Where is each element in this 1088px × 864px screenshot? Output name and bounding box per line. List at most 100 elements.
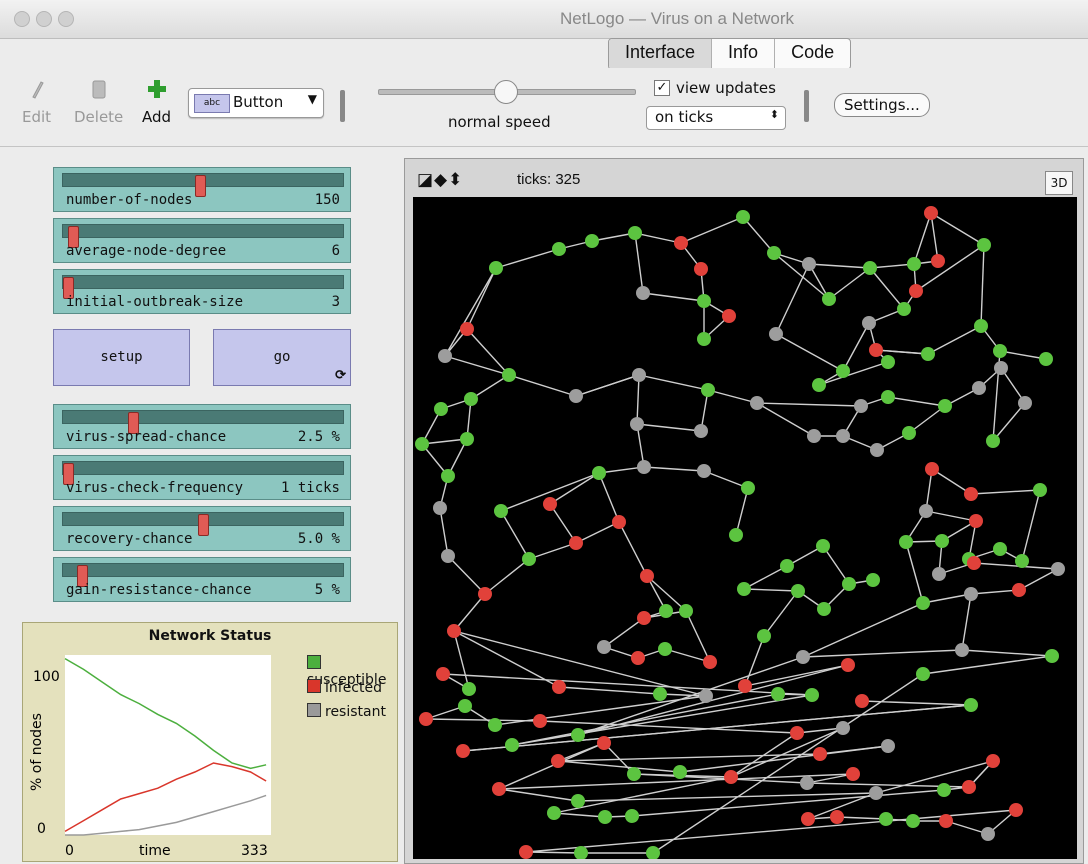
update-mode-select[interactable]: on ticks ⬍ bbox=[646, 106, 786, 130]
view-arrows-icon[interactable]: ◪◆⬍ bbox=[417, 170, 463, 190]
network-node[interactable] bbox=[519, 845, 533, 859]
network-node[interactable] bbox=[881, 739, 895, 753]
network-node[interactable] bbox=[902, 426, 916, 440]
network-node[interactable] bbox=[855, 694, 869, 708]
network-node[interactable] bbox=[967, 556, 981, 570]
delete-button[interactable]: Delete bbox=[74, 78, 123, 126]
network-node[interactable] bbox=[543, 497, 557, 511]
slider-knob[interactable] bbox=[198, 514, 209, 536]
network-node[interactable] bbox=[592, 466, 606, 480]
slider-virus-check-frequency[interactable]: virus-check-frequency 1 ticks bbox=[53, 455, 351, 500]
network-node[interactable] bbox=[796, 650, 810, 664]
network-node[interactable] bbox=[816, 539, 830, 553]
network-node[interactable] bbox=[909, 284, 923, 298]
network-node[interactable] bbox=[628, 226, 642, 240]
network-node[interactable] bbox=[552, 242, 566, 256]
network-node[interactable] bbox=[767, 246, 781, 260]
network-node[interactable] bbox=[969, 514, 983, 528]
network-node[interactable] bbox=[925, 462, 939, 476]
network-node[interactable] bbox=[879, 812, 893, 826]
network-node[interactable] bbox=[897, 302, 911, 316]
network-node[interactable] bbox=[1039, 352, 1053, 366]
network-node[interactable] bbox=[697, 294, 711, 308]
network-node[interactable] bbox=[921, 347, 935, 361]
network-node[interactable] bbox=[598, 810, 612, 824]
minimize-window-button[interactable] bbox=[36, 11, 52, 27]
network-node[interactable] bbox=[722, 309, 736, 323]
network-node[interactable] bbox=[955, 643, 969, 657]
slider-gain-resistance-chance[interactable]: gain-resistance-chance 5 % bbox=[53, 557, 351, 602]
network-node[interactable] bbox=[436, 667, 450, 681]
network-node[interactable] bbox=[433, 501, 447, 515]
network-node[interactable] bbox=[673, 765, 687, 779]
network-node[interactable] bbox=[447, 624, 461, 638]
network-node[interactable] bbox=[460, 432, 474, 446]
network-node[interactable] bbox=[533, 714, 547, 728]
close-window-button[interactable] bbox=[14, 11, 30, 27]
network-node[interactable] bbox=[571, 728, 585, 742]
setup-button[interactable]: setup bbox=[53, 329, 190, 386]
network-node[interactable] bbox=[415, 437, 429, 451]
network-node[interactable] bbox=[836, 364, 850, 378]
network-node[interactable] bbox=[674, 236, 688, 250]
speed-slider-knob[interactable] bbox=[494, 80, 518, 104]
network-node[interactable] bbox=[836, 429, 850, 443]
network-node[interactable] bbox=[597, 736, 611, 750]
slider-average-node-degree[interactable]: average-node-degree 6 bbox=[53, 218, 351, 263]
network-node[interactable] bbox=[1009, 803, 1023, 817]
network-node[interactable] bbox=[679, 604, 693, 618]
network-node[interactable] bbox=[780, 559, 794, 573]
3d-view-button[interactable]: 3D bbox=[1045, 171, 1073, 195]
network-node[interactable] bbox=[741, 481, 755, 495]
network-node[interactable] bbox=[585, 234, 599, 248]
network-node[interactable] bbox=[962, 780, 976, 794]
network-node[interactable] bbox=[729, 528, 743, 542]
network-node[interactable] bbox=[881, 355, 895, 369]
network-node[interactable] bbox=[658, 642, 672, 656]
network-node[interactable] bbox=[757, 629, 771, 643]
network-node[interactable] bbox=[637, 460, 651, 474]
network-node[interactable] bbox=[441, 469, 455, 483]
network-node[interactable] bbox=[488, 718, 502, 732]
network-node[interactable] bbox=[916, 667, 930, 681]
zoom-window-button[interactable] bbox=[58, 11, 74, 27]
network-node[interactable] bbox=[822, 292, 836, 306]
network-node[interactable] bbox=[869, 343, 883, 357]
network-node[interactable] bbox=[881, 390, 895, 404]
network-node[interactable] bbox=[919, 504, 933, 518]
network-node[interactable] bbox=[812, 378, 826, 392]
network-node[interactable] bbox=[659, 604, 673, 618]
network-node[interactable] bbox=[460, 322, 474, 336]
network-node[interactable] bbox=[807, 429, 821, 443]
network-node[interactable] bbox=[817, 602, 831, 616]
network-node[interactable] bbox=[846, 767, 860, 781]
network-node[interactable] bbox=[932, 567, 946, 581]
network-node[interactable] bbox=[771, 687, 785, 701]
network-node[interactable] bbox=[964, 698, 978, 712]
network-node[interactable] bbox=[906, 814, 920, 828]
network-node[interactable] bbox=[738, 679, 752, 693]
network-node[interactable] bbox=[694, 262, 708, 276]
network-node[interactable] bbox=[699, 689, 713, 703]
network-node[interactable] bbox=[438, 349, 452, 363]
network-node[interactable] bbox=[800, 776, 814, 790]
slider-knob[interactable] bbox=[195, 175, 207, 197]
go-button[interactable]: go ⟳ bbox=[213, 329, 351, 386]
network-node[interactable] bbox=[736, 210, 750, 224]
network-node[interactable] bbox=[993, 542, 1007, 556]
edit-button[interactable]: Edit bbox=[22, 78, 51, 126]
network-node[interactable] bbox=[502, 368, 516, 382]
network-node[interactable] bbox=[964, 587, 978, 601]
network-node[interactable] bbox=[551, 754, 565, 768]
network-node[interactable] bbox=[489, 261, 503, 275]
network-node[interactable] bbox=[632, 368, 646, 382]
network-node[interactable] bbox=[456, 744, 470, 758]
network-node[interactable] bbox=[1012, 583, 1026, 597]
network-node[interactable] bbox=[612, 515, 626, 529]
network-node[interactable] bbox=[972, 381, 986, 395]
network-node[interactable] bbox=[458, 699, 472, 713]
network-node[interactable] bbox=[899, 535, 913, 549]
network-node[interactable] bbox=[974, 319, 988, 333]
network-node[interactable] bbox=[494, 504, 508, 518]
network-node[interactable] bbox=[801, 812, 815, 826]
